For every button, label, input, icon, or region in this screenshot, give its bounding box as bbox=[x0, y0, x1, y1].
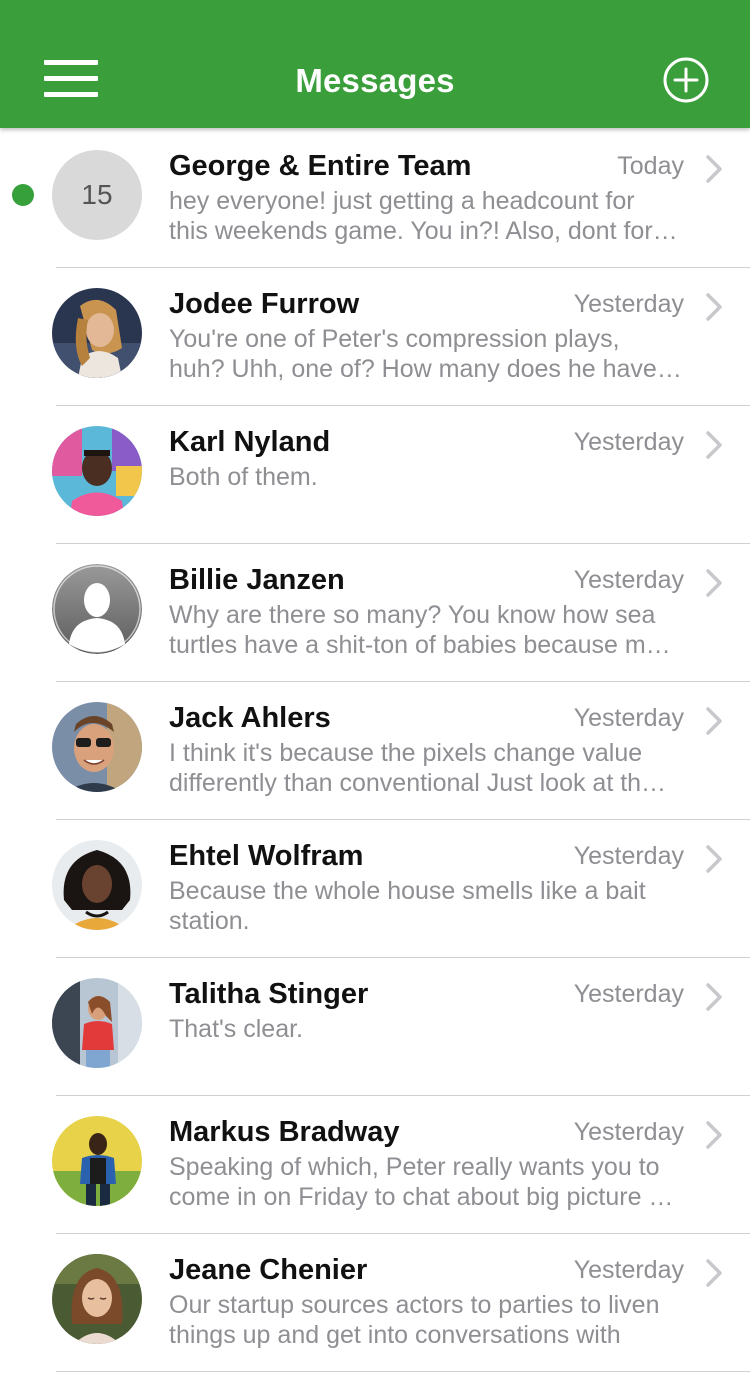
conversation-row[interactable]: Billie Janzen Yesterday Why are there so… bbox=[0, 544, 750, 682]
avatar bbox=[52, 1116, 142, 1206]
group-avatar: 15 bbox=[52, 150, 142, 240]
message-preview: That's clear. bbox=[169, 1015, 303, 1043]
message-preview: You're one of Peter's compression plays,… bbox=[169, 325, 682, 383]
chevron-right-icon bbox=[706, 1259, 722, 1287]
avatar bbox=[52, 702, 142, 792]
chevron-right-icon bbox=[706, 293, 722, 321]
avatar bbox=[52, 1254, 142, 1344]
message-preview: hey everyone! just getting a headcount f… bbox=[169, 187, 678, 245]
conversation-row[interactable]: Jodee Furrow Yesterday You're one of Pet… bbox=[0, 268, 750, 406]
messages-screen: Messages 15 George & Entire Team Today h… bbox=[0, 0, 750, 1374]
avatar-placeholder-icon bbox=[52, 564, 142, 654]
chevron-right-icon bbox=[706, 707, 722, 735]
contact-name: Jack Ahlers bbox=[169, 702, 331, 734]
conversation-list: 15 George & Entire Team Today hey everyo… bbox=[0, 130, 750, 1372]
message-timestamp: Yesterday bbox=[573, 428, 684, 456]
avatar bbox=[52, 978, 142, 1068]
message-preview: Because the whole house smells like a ba… bbox=[169, 877, 646, 935]
chevron-right-icon bbox=[706, 983, 722, 1011]
conversation-row[interactable]: 15 George & Entire Team Today hey everyo… bbox=[0, 130, 750, 268]
message-preview: Both of them. bbox=[169, 463, 318, 491]
message-timestamp: Yesterday bbox=[573, 1118, 684, 1146]
conversation-row[interactable]: Talitha Stinger Yesterday That's clear. bbox=[0, 958, 750, 1096]
plus-circle-icon bbox=[663, 57, 709, 103]
message-timestamp: Today bbox=[617, 152, 684, 180]
avatar bbox=[52, 288, 142, 378]
contact-name: Markus Bradway bbox=[169, 1116, 400, 1148]
message-preview: Speaking of which, Peter really wants yo… bbox=[169, 1153, 674, 1211]
chevron-right-icon bbox=[706, 845, 722, 873]
message-timestamp: Yesterday bbox=[573, 290, 684, 318]
group-member-count: 15 bbox=[81, 179, 113, 210]
contact-name: Ehtel Wolfram bbox=[169, 840, 364, 872]
chevron-right-icon bbox=[706, 431, 722, 459]
chevron-right-icon bbox=[706, 1121, 722, 1149]
message-preview: Why are there so many? You know how sea … bbox=[169, 601, 671, 659]
contact-name: Billie Janzen bbox=[169, 564, 345, 596]
message-preview: Our startup sources actors to parties to… bbox=[169, 1291, 660, 1349]
message-timestamp: Yesterday bbox=[573, 566, 684, 594]
conversation-row[interactable]: Karl Nyland Yesterday Both of them. bbox=[0, 406, 750, 544]
conversation-row[interactable]: Jack Ahlers Yesterday I think it's becau… bbox=[0, 682, 750, 820]
contact-name: Jodee Furrow bbox=[169, 288, 360, 320]
row-divider bbox=[56, 1371, 750, 1372]
conversation-row[interactable]: Ehtel Wolfram Yesterday Because the whol… bbox=[0, 820, 750, 958]
new-message-button[interactable] bbox=[662, 56, 710, 104]
unread-indicator bbox=[12, 184, 34, 206]
chevron-right-icon bbox=[706, 155, 722, 183]
conversation-row[interactable]: Markus Bradway Yesterday Speaking of whi… bbox=[0, 1096, 750, 1234]
avatar bbox=[52, 426, 142, 516]
message-timestamp: Yesterday bbox=[573, 704, 684, 732]
message-timestamp: Yesterday bbox=[573, 842, 684, 870]
avatar bbox=[52, 840, 142, 930]
contact-name: Talitha Stinger bbox=[169, 978, 369, 1010]
message-timestamp: Yesterday bbox=[573, 1256, 684, 1284]
page-title: Messages bbox=[295, 62, 455, 99]
chevron-right-icon bbox=[706, 569, 722, 597]
message-preview: I think it's because the pixels change v… bbox=[169, 739, 667, 797]
message-timestamp: Yesterday bbox=[573, 980, 684, 1008]
contact-name: Karl Nyland bbox=[169, 426, 331, 458]
conversation-row[interactable]: Jeane Chenier Yesterday Our startup sour… bbox=[0, 1234, 750, 1372]
contact-name: Jeane Chenier bbox=[169, 1254, 368, 1286]
navigation-bar: Messages bbox=[0, 0, 750, 128]
contact-name: George & Entire Team bbox=[169, 150, 472, 182]
